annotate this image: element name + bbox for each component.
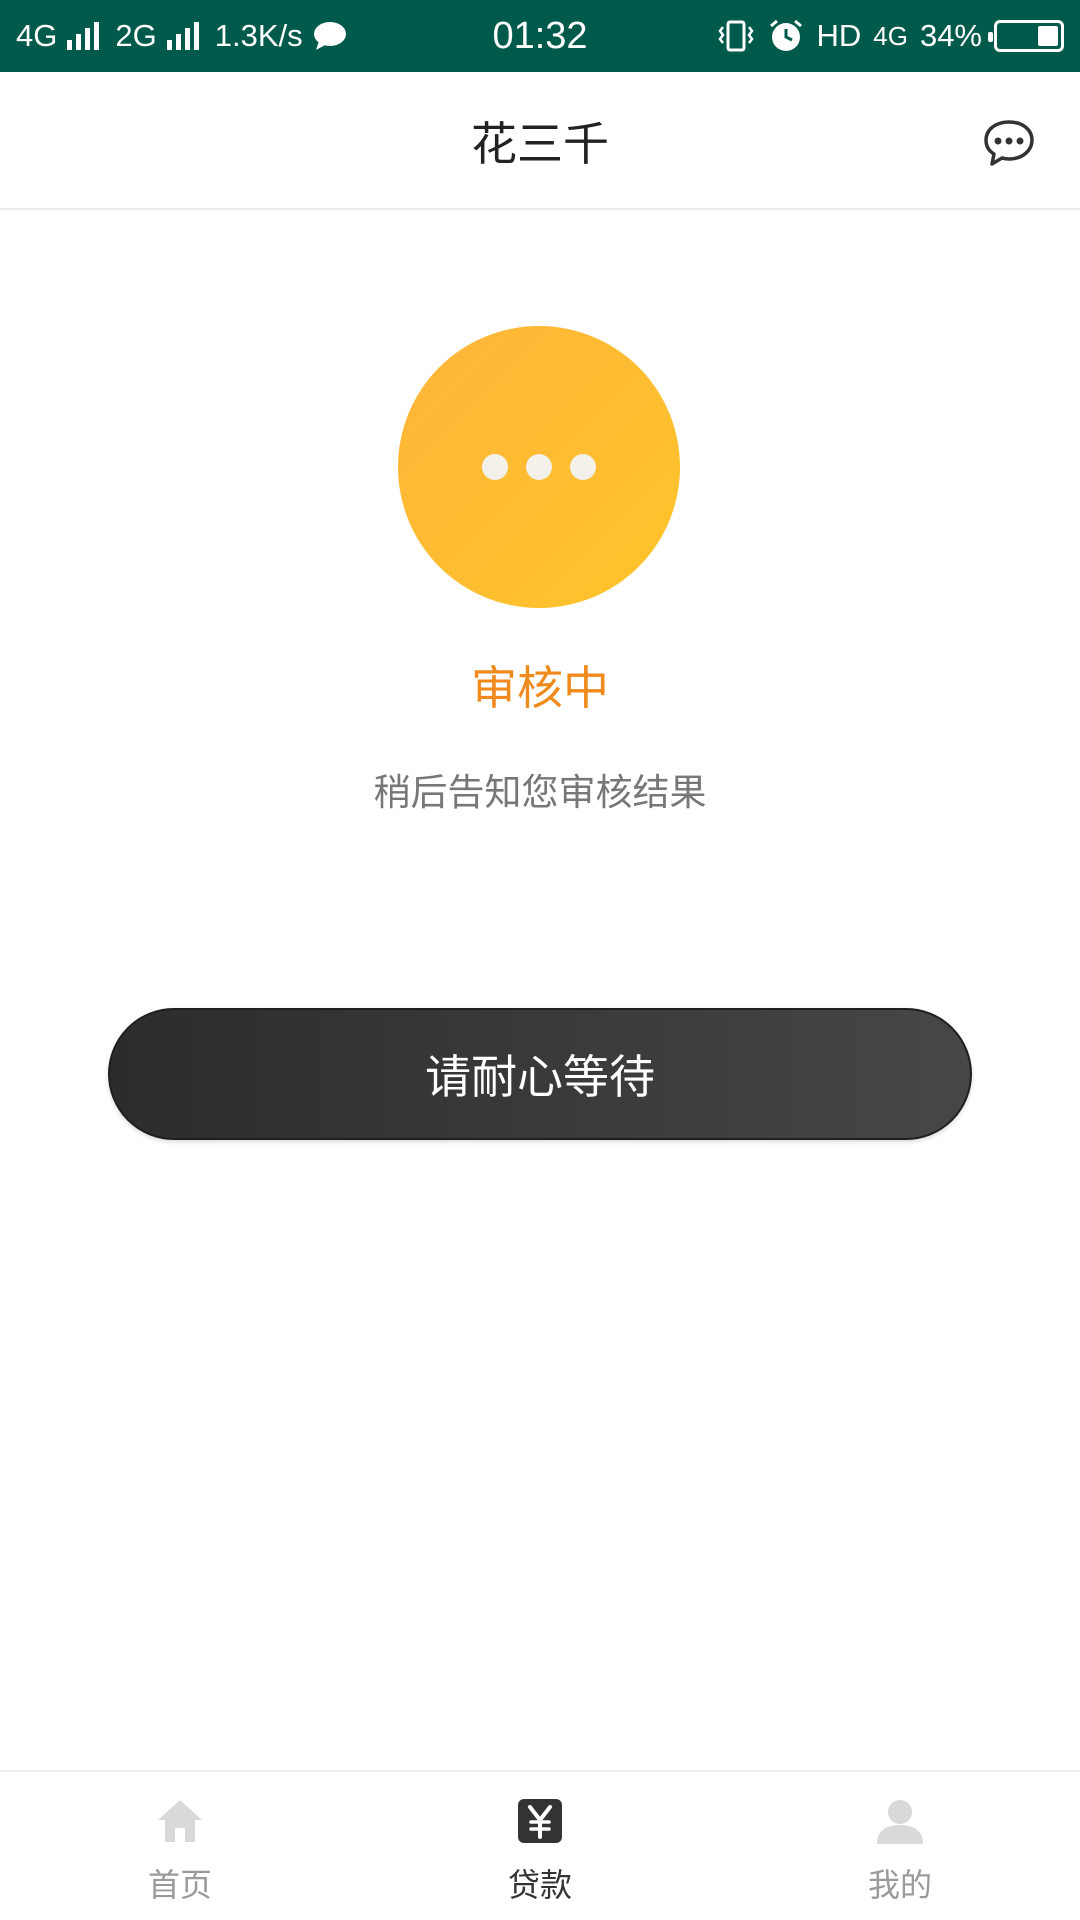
message-icon	[313, 22, 346, 50]
status-bar: 4G 2G 1.3K/s 01:32 HD 4G 34%	[0, 0, 1080, 72]
vibrate-icon	[718, 20, 755, 52]
network-type-2: 2G	[115, 18, 157, 53]
battery-icon	[988, 20, 1064, 52]
dot	[570, 454, 596, 480]
network-speed: 1.3K/s	[214, 18, 303, 53]
status-right: HD 4G 34%	[716, 0, 1064, 72]
chat-bubble-icon	[984, 120, 1034, 166]
battery-percent: 34%	[919, 18, 982, 53]
nav-label-mine: 我的	[867, 1866, 932, 1904]
signal-icon	[166, 22, 199, 50]
dot	[526, 454, 552, 480]
pending-status-icon	[398, 326, 680, 608]
customer-service-button[interactable]	[982, 118, 1036, 168]
wait-button[interactable]: 请耐心等待	[108, 1008, 972, 1140]
nav-label-home: 首页	[147, 1866, 212, 1904]
nav-label-loan: 贷款	[507, 1866, 572, 1904]
status-left: 4G 2G 1.3K/s	[16, 0, 347, 72]
yuan-icon	[518, 1799, 562, 1843]
hd-indicator: HD	[816, 18, 862, 53]
bottom-nav: 首页 贷款 我的	[0, 1770, 1080, 1920]
page-title: 花三千	[471, 117, 609, 171]
signal-icon	[67, 22, 100, 50]
nav-item-mine[interactable]: 我的	[720, 1772, 1080, 1920]
status-description: 稍后告知您审核结果	[373, 771, 707, 814]
app-header: 花三千	[0, 72, 1080, 210]
nav-item-home[interactable]: 首页	[0, 1772, 360, 1920]
battery-fill	[1038, 26, 1058, 46]
status-title: 审核中	[471, 661, 609, 715]
network-type-1: 4G	[16, 18, 58, 53]
alarm-icon	[770, 19, 803, 51]
home-icon	[158, 1800, 202, 1842]
dot	[482, 454, 508, 480]
screen: 4G 2G 1.3K/s 01:32 HD 4G 34% 花三千 审核中 稍后告…	[0, 0, 1080, 1920]
nav-item-loan[interactable]: 贷款	[360, 1772, 720, 1920]
network-type-3: 4G	[873, 20, 908, 51]
user-icon	[877, 1800, 923, 1844]
